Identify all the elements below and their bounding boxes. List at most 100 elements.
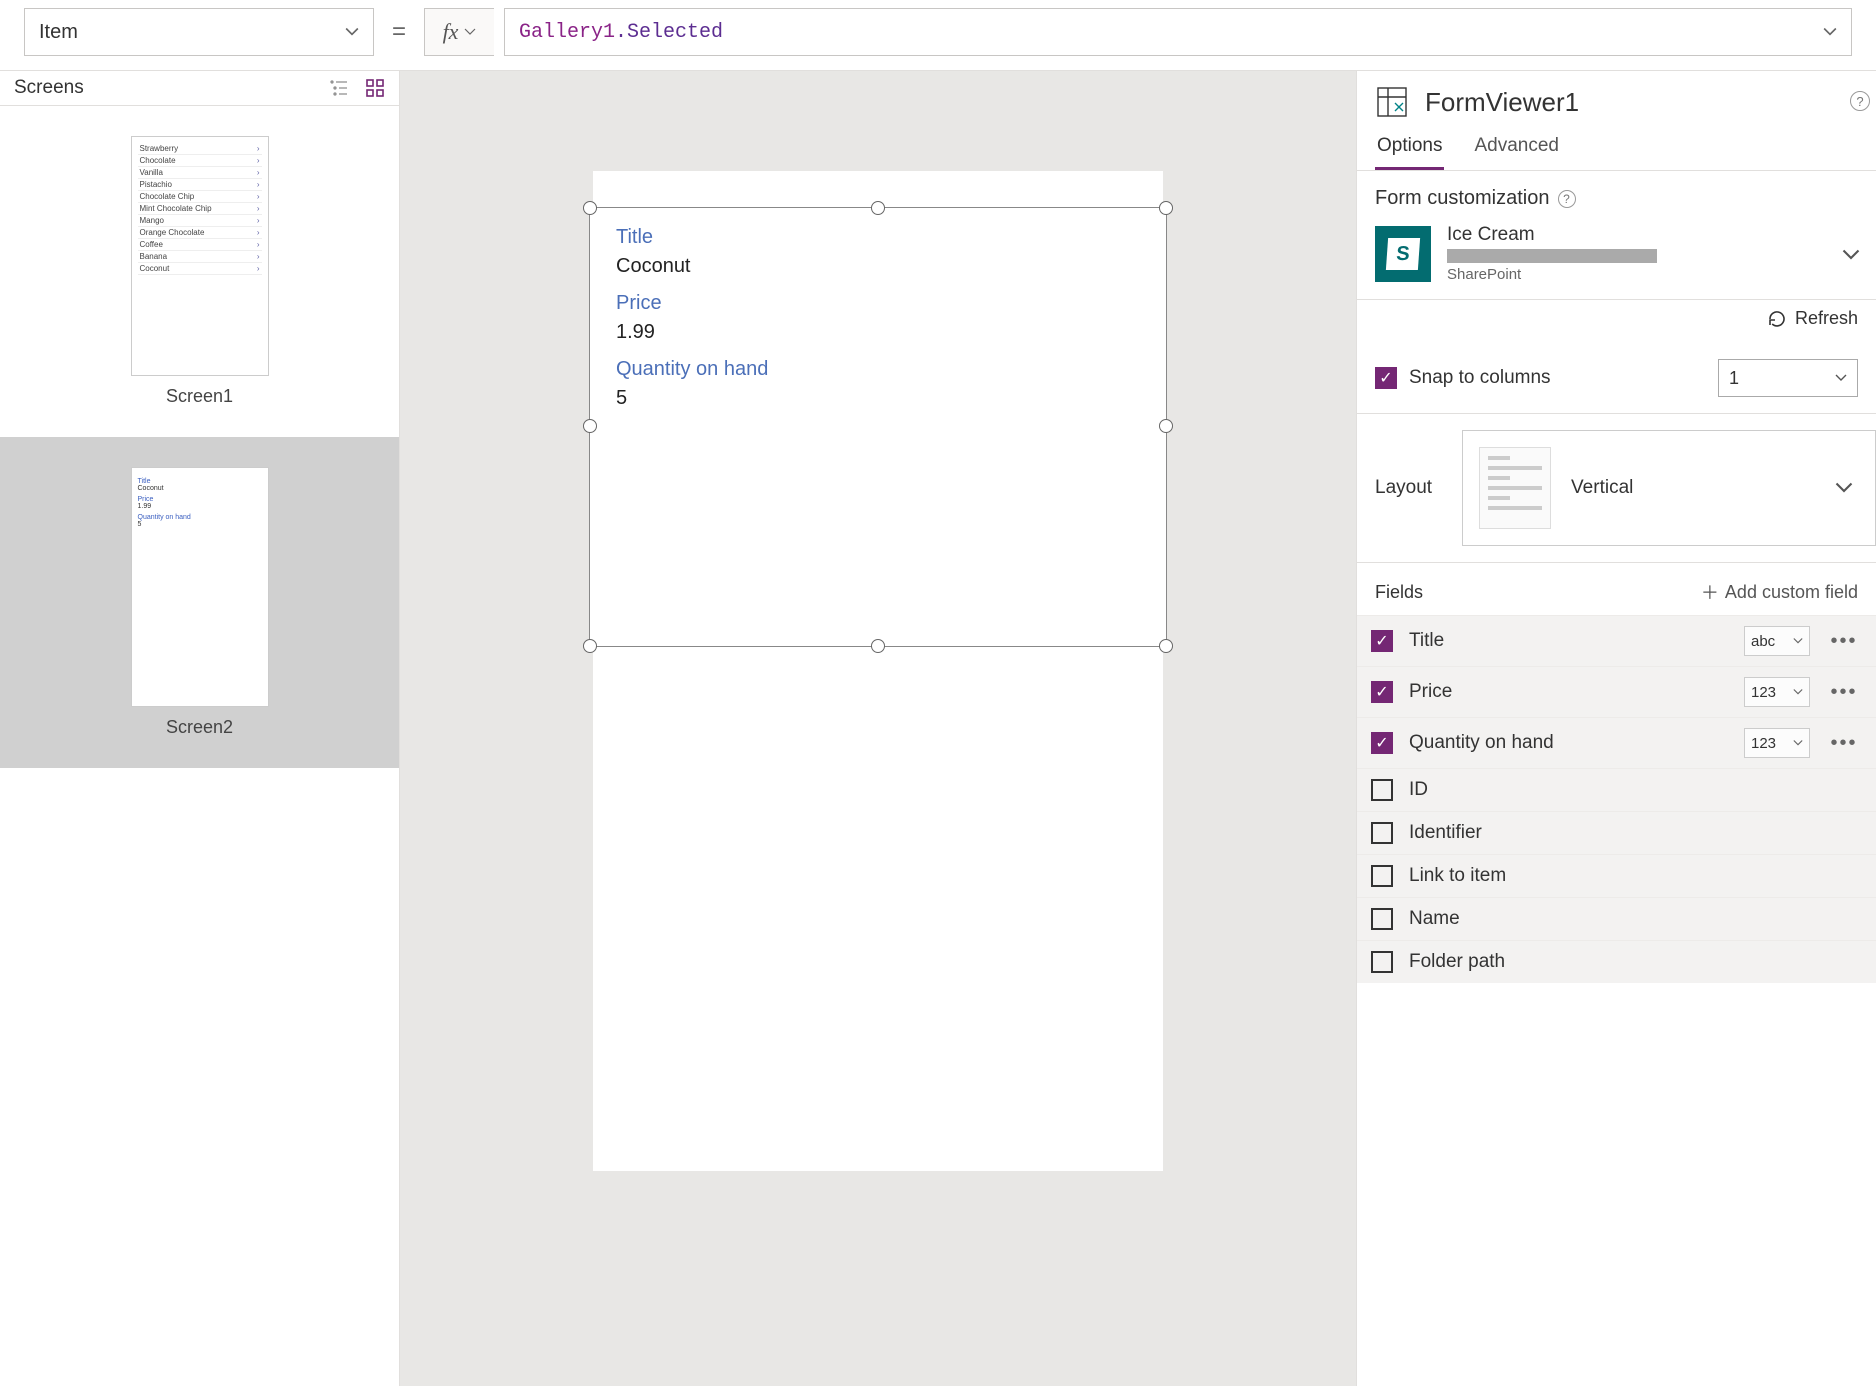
tab-options[interactable]: Options <box>1375 125 1444 170</box>
add-custom-field-button[interactable]: ＋ Add custom field <box>1701 579 1858 605</box>
layout-label: Layout <box>1375 477 1432 499</box>
add-field-label: Add custom field <box>1725 582 1858 603</box>
form-viewer[interactable]: Title Coconut Price 1.99 Quantity on han… <box>589 207 1167 647</box>
field-value-qty: 5 <box>616 387 1140 410</box>
field-label: Quantity on hand <box>1409 732 1728 754</box>
screen-thumb-2[interactable]: TitleCoconut Price1.99 Quantity on hand5… <box>0 437 399 768</box>
field-more-icon[interactable]: ••• <box>1826 732 1862 755</box>
field-row[interactable]: ✓ Title abc ••• <box>1357 615 1876 666</box>
help-icon[interactable]: ? <box>1558 190 1576 208</box>
field-more-icon[interactable]: ••• <box>1826 630 1862 653</box>
properties-panel: FormViewer1 ? Options Advanced Form cust… <box>1356 71 1876 1386</box>
field-checkbox[interactable] <box>1371 822 1393 844</box>
screen2-caption: Screen2 <box>10 717 389 738</box>
screens-header: Screens <box>0 71 399 106</box>
property-dropdown[interactable]: Item <box>24 8 374 56</box>
field-row[interactable]: Name <box>1357 897 1876 940</box>
properties-tabs: Options Advanced <box>1357 125 1876 171</box>
screens-title: Screens <box>14 77 84 99</box>
datasource-name: Ice Cream <box>1447 224 1657 246</box>
help-icon[interactable]: ? <box>1850 91 1870 111</box>
field-label: ID <box>1409 779 1862 801</box>
field-checkbox[interactable]: ✓ <box>1371 630 1393 652</box>
refresh-button[interactable]: Refresh <box>1357 300 1876 343</box>
layout-value: Vertical <box>1571 477 1815 499</box>
resize-handle-w[interactable] <box>583 419 597 433</box>
fx-label: fx <box>443 19 459 45</box>
sharepoint-icon: S <box>1375 226 1431 282</box>
phone-canvas[interactable]: Title Coconut Price 1.99 Quantity on han… <box>593 171 1163 1171</box>
control-title: FormViewer1 ? <box>1357 71 1876 125</box>
field-type-dropdown[interactable]: abc <box>1744 626 1810 656</box>
field-label: Identifier <box>1409 822 1862 844</box>
field-label: Price <box>1409 681 1728 703</box>
columns-dropdown[interactable]: 1 <box>1718 359 1858 397</box>
field-row[interactable]: ID <box>1357 768 1876 811</box>
field-label-price: Price <box>616 292 1140 315</box>
screen1-caption: Screen1 <box>10 386 389 407</box>
columns-value: 1 <box>1729 368 1739 389</box>
field-checkbox[interactable]: ✓ <box>1371 732 1393 754</box>
field-row[interactable]: ✓ Price 123 ••• <box>1357 666 1876 717</box>
screen1-preview: Strawberry› Chocolate› Vanilla› Pistachi… <box>131 136 269 376</box>
screen2-preview: TitleCoconut Price1.99 Quantity on hand5 <box>131 467 269 707</box>
field-row[interactable]: Identifier <box>1357 811 1876 854</box>
snap-section: ✓ Snap to columns 1 <box>1357 343 1876 414</box>
field-label: Folder path <box>1409 951 1862 973</box>
field-checkbox[interactable] <box>1371 908 1393 930</box>
chevron-down-icon <box>1835 479 1859 497</box>
checkbox-icon: ✓ <box>1375 367 1397 389</box>
resize-handle-se[interactable] <box>1159 639 1173 653</box>
layout-dropdown[interactable]: Vertical <box>1462 430 1876 546</box>
form-customization-section: Form customization ? S Ice Cream SharePo… <box>1357 171 1876 300</box>
thumbnail-view-icon[interactable] <box>365 78 385 98</box>
equals-sign: = <box>392 18 406 46</box>
resize-handle-n[interactable] <box>871 201 885 215</box>
resize-handle-sw[interactable] <box>583 639 597 653</box>
datasource-selector[interactable]: S Ice Cream SharePoint <box>1375 224 1858 283</box>
field-value-title: Coconut <box>616 255 1140 278</box>
field-row[interactable]: ✓ Quantity on hand 123 ••• <box>1357 717 1876 768</box>
field-label-title: Title <box>616 226 1140 249</box>
layout-preview-icon <box>1479 447 1551 529</box>
tab-advanced[interactable]: Advanced <box>1472 125 1561 170</box>
fields-title: Fields <box>1375 582 1423 603</box>
field-label-qty: Quantity on hand <box>616 358 1140 381</box>
screen-thumb-1[interactable]: Strawberry› Chocolate› Vanilla› Pistachi… <box>0 106 399 437</box>
field-checkbox[interactable] <box>1371 951 1393 973</box>
field-more-icon[interactable]: ••• <box>1826 681 1862 704</box>
tree-view-icon[interactable] <box>329 78 349 98</box>
plus-icon: ＋ <box>1701 579 1719 605</box>
field-row[interactable]: Link to item <box>1357 854 1876 897</box>
formula-bar: Item = fx Gallery1.Selected <box>0 0 1876 71</box>
refresh-icon <box>1767 309 1787 329</box>
field-value-price: 1.99 <box>616 321 1140 344</box>
resize-handle-ne[interactable] <box>1159 201 1173 215</box>
chevron-down-icon <box>1823 25 1837 39</box>
field-checkbox[interactable]: ✓ <box>1371 681 1393 703</box>
field-label: Title <box>1409 630 1728 652</box>
field-label: Link to item <box>1409 865 1862 887</box>
layout-section: Layout Vertical <box>1357 414 1876 563</box>
chevron-down-icon <box>1842 246 1860 264</box>
fx-button[interactable]: fx <box>424 8 494 56</box>
fields-header: Fields ＋ Add custom field <box>1357 563 1876 615</box>
field-row[interactable]: Folder path <box>1357 940 1876 983</box>
resize-handle-s[interactable] <box>871 639 885 653</box>
resize-handle-e[interactable] <box>1159 419 1173 433</box>
control-name: FormViewer1 <box>1425 87 1579 118</box>
field-type-dropdown[interactable]: 123 <box>1744 677 1810 707</box>
resize-handle-nw[interactable] <box>583 201 597 215</box>
datasource-source: SharePoint <box>1447 266 1657 283</box>
field-type-dropdown[interactable]: 123 <box>1744 728 1810 758</box>
canvas-area[interactable]: Title Coconut Price 1.99 Quantity on han… <box>400 71 1356 1386</box>
field-label: Name <box>1409 908 1862 930</box>
refresh-label: Refresh <box>1795 308 1858 329</box>
form-icon <box>1375 85 1409 119</box>
chevron-down-icon <box>345 25 359 39</box>
field-checkbox[interactable] <box>1371 865 1393 887</box>
formula-input[interactable]: Gallery1.Selected <box>504 8 1852 56</box>
property-name: Item <box>39 21 78 44</box>
field-checkbox[interactable] <box>1371 779 1393 801</box>
snap-to-columns-checkbox[interactable]: ✓ Snap to columns <box>1375 367 1551 389</box>
